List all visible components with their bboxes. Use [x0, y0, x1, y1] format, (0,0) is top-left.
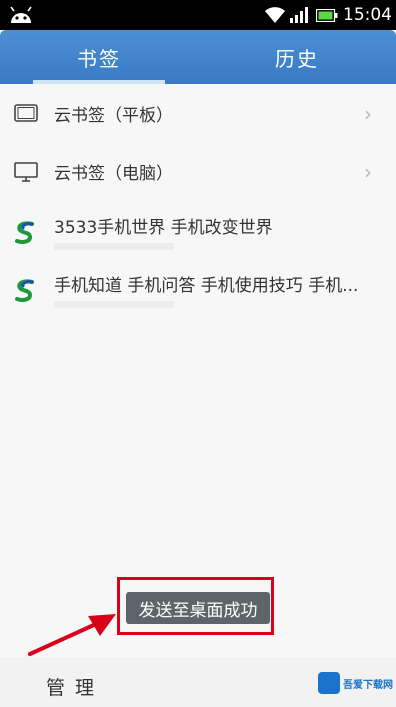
tablet-icon — [14, 104, 38, 122]
bookmark-list: 云书签（平板） › 云书签（电脑） › 3533手机世界 手机改变世界 手机知道… — [0, 84, 396, 316]
bookmark-label: 3533手机世界 手机改变世界 — [54, 218, 273, 238]
watermark-text: 吾爱下载网 — [343, 680, 393, 691]
tab-bar: 书签 历史 — [0, 30, 396, 84]
watermark-logo-icon — [318, 672, 340, 694]
chevron-right-icon: › — [364, 160, 372, 184]
tab-bookmarks[interactable]: 书签 — [0, 30, 198, 84]
bookmark-label: 手机知道 手机问答 手机使用技巧 手机... — [54, 276, 359, 296]
site-favicon-icon — [15, 221, 34, 244]
bookmark-row-cloud-desktop[interactable]: 云书签（电脑） › — [0, 142, 396, 200]
toast-message: 发送至桌面成功 — [126, 592, 270, 624]
site-favicon-icon — [15, 279, 34, 302]
monitor-icon — [14, 162, 38, 182]
blurred-url — [54, 243, 174, 250]
chevron-right-icon: › — [364, 102, 372, 126]
status-bar: 15:04 — [0, 0, 396, 30]
bookmark-label: 云书签（电脑） — [54, 164, 173, 184]
signal-icon — [290, 7, 308, 23]
watermark: 吾爱下载网 — [316, 664, 394, 702]
android-icon — [10, 6, 32, 23]
tab-history[interactable]: 历史 — [198, 30, 396, 84]
bookmark-row-shouji-zhidao[interactable]: 手机知道 手机问答 手机使用技巧 手机... — [0, 258, 396, 316]
bookmark-label: 云书签（平板） — [54, 106, 173, 126]
battery-icon — [316, 9, 338, 22]
blurred-url — [54, 301, 174, 308]
pointer-arrow-icon — [28, 614, 116, 656]
clock: 15:04 — [343, 5, 392, 25]
bookmark-row-3533[interactable]: 3533手机世界 手机改变世界 — [0, 200, 396, 258]
manage-button[interactable]: 管理 — [46, 673, 104, 700]
wifi-icon — [265, 7, 285, 23]
bookmark-row-cloud-tablet[interactable]: 云书签（平板） › — [0, 84, 396, 142]
